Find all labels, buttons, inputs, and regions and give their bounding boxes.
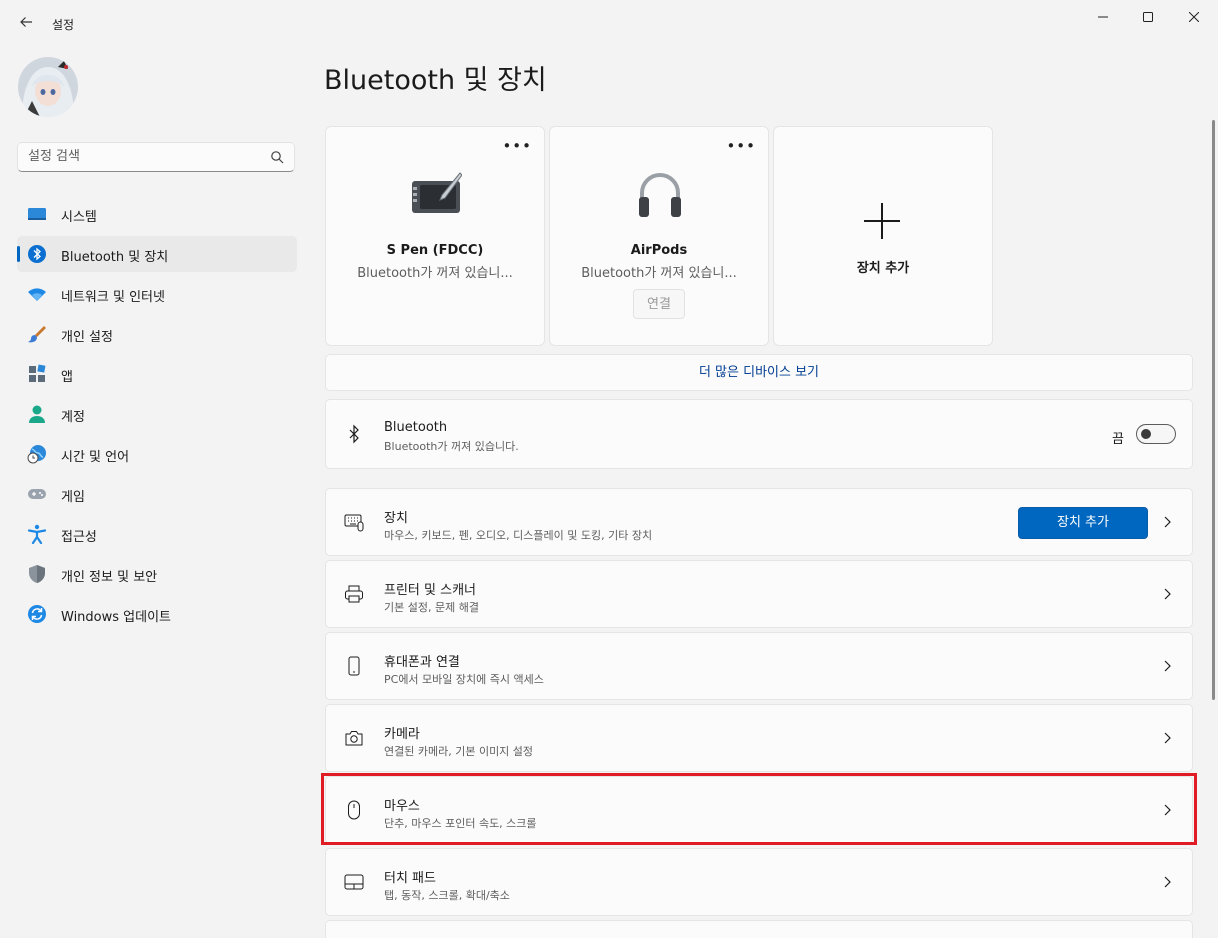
page-title: Bluetooth 및 장치 (324, 65, 547, 96)
search-icon[interactable] (270, 150, 284, 164)
close-icon (1188, 11, 1200, 23)
printer-icon (345, 585, 363, 603)
system-icon (28, 208, 46, 220)
row-printers-scanners[interactable]: 프린터 및 스캐너 기본 설정, 문제 해결 (325, 560, 1193, 628)
row-phone-link[interactable]: 휴대폰과 연결 PC에서 모바일 장치에 즉시 액세스 (325, 632, 1193, 700)
row-camera[interactable]: 카메라 연결된 카메라, 기본 이미지 설정 (325, 704, 1193, 772)
sidebar-item-accounts[interactable]: 계정 (17, 396, 297, 432)
row-mouse[interactable]: 마우스 단추, 마우스 포인터 속도, 스크롤 (325, 776, 1193, 844)
user-avatar[interactable] (18, 57, 78, 117)
more-options-button[interactable]: ••• (726, 137, 756, 155)
bluetooth-icon (349, 424, 359, 444)
bluetooth-toggle[interactable] (1136, 424, 1176, 444)
chevron-right-icon (1164, 732, 1171, 744)
keyboard-device-icon (344, 514, 364, 532)
row-subtitle: 마우스, 키보드, 펜, 오디오, 디스플레이 및 도킹, 기타 장치 (384, 529, 653, 542)
back-arrow-icon (20, 17, 32, 27)
sidebar-item-gaming[interactable]: 게임 (17, 476, 297, 512)
add-device-button[interactable]: 장치 추가 (1018, 507, 1148, 539)
row-subtitle: 기본 설정, 문제 해결 (384, 601, 479, 614)
bluetooth-icon (28, 245, 46, 263)
sidebar-item-personalization[interactable]: 개인 설정 (17, 316, 297, 352)
row-subtitle: 단추, 마우스 포인터 속도, 스크롤 (384, 817, 537, 830)
bluetooth-subtitle: Bluetooth가 꺼져 있습니다. (384, 440, 519, 453)
sidebar-item-accessibility[interactable]: 접근성 (17, 516, 297, 552)
toggle-knob (1141, 429, 1151, 439)
sidebar-item-network[interactable]: 네트워크 및 인터넷 (17, 276, 297, 312)
device-name: S Pen (FDCC) (386, 243, 484, 258)
row-subtitle: PC에서 모바일 장치에 즉시 액세스 (384, 673, 544, 686)
back-button[interactable] (14, 12, 38, 36)
pen-tablet-icon (412, 172, 462, 213)
accessibility-icon (27, 524, 47, 544)
maximize-icon (1143, 12, 1153, 22)
bluetooth-title: Bluetooth (384, 420, 448, 435)
touchpad-icon (344, 874, 364, 890)
sidebar-item-windows-update[interactable]: Windows 업데이트 (17, 596, 297, 632)
row-devices[interactable]: 장치 마우스, 키보드, 펜, 오디오, 디스플레이 및 도킹, 기타 장치 장… (325, 488, 1193, 556)
add-device-label: 장치 추가 (856, 261, 910, 276)
device-card-airpods[interactable]: ••• AirPods Bluetooth가 꺼져 있습니... 연결 (549, 126, 769, 346)
title-bar: 설정 (0, 0, 1218, 48)
headphones-icon (639, 173, 681, 217)
gamepad-icon (28, 489, 46, 499)
row-subtitle: 탭, 동작, 스크롤, 확대/축소 (384, 889, 510, 902)
settings-search[interactable] (17, 142, 295, 172)
more-options-button[interactable]: ••• (502, 137, 532, 155)
chevron-right-icon (1164, 588, 1171, 600)
close-button[interactable] (1171, 6, 1217, 30)
plus-icon (864, 203, 900, 239)
add-device-card[interactable]: 장치 추가 (773, 126, 993, 346)
apps-icon (29, 364, 46, 382)
sidebar-item-system[interactable]: 시스템 (17, 196, 297, 232)
sidebar-nav: 시스템 Bluetooth 및 장치 네트워크 및 인터넷 개인 설정 앱 계정… (17, 196, 297, 636)
chevron-right-icon (1164, 516, 1171, 528)
row-title: 마우스 (384, 799, 420, 814)
connect-button[interactable]: 연결 (633, 289, 685, 319)
sidebar-item-apps[interactable]: 앱 (17, 356, 297, 392)
more-devices-link[interactable]: 더 많은 디바이스 보기 (325, 354, 1193, 391)
minimize-button[interactable] (1080, 6, 1126, 30)
wifi-icon (28, 288, 46, 301)
sidebar-item-privacy[interactable]: 개인 정보 및 보안 (17, 556, 297, 592)
row-title: 휴대폰과 연결 (384, 655, 460, 670)
row-touchpad[interactable]: 터치 패드 탭, 동작, 스크롤, 확대/축소 (325, 848, 1193, 916)
chevron-right-icon (1164, 660, 1171, 672)
maximize-button[interactable] (1125, 6, 1171, 30)
minimize-icon (1098, 16, 1108, 18)
search-input[interactable] (28, 149, 258, 164)
app-title: 설정 (52, 18, 75, 32)
sidebar-item-bluetooth[interactable]: Bluetooth 및 장치 (17, 236, 297, 272)
row-subtitle: 연결된 카메라, 기본 이미지 설정 (384, 745, 534, 758)
update-icon (28, 605, 46, 623)
device-status: Bluetooth가 꺼져 있습니... (581, 266, 737, 281)
phone-icon (348, 656, 360, 676)
toggle-state-label: 끔 (1112, 432, 1124, 447)
row-next-partial[interactable] (325, 920, 1193, 938)
camera-icon (345, 731, 363, 746)
globe-clock-icon (27, 445, 46, 464)
person-icon (29, 405, 45, 423)
shield-icon (29, 565, 45, 583)
device-status: Bluetooth가 꺼져 있습니... (357, 266, 513, 281)
row-title: 장치 (384, 511, 408, 526)
device-name: AirPods (630, 243, 688, 258)
scrollbar[interactable] (1212, 120, 1215, 700)
chevron-right-icon (1164, 876, 1171, 888)
device-card-s-pen[interactable]: ••• S Pen (FDCC) Bluetooth가 꺼져 있습니... (325, 126, 545, 346)
sidebar-item-time-language[interactable]: 시간 및 언어 (17, 436, 297, 472)
brush-icon (28, 326, 46, 343)
row-title: 카메라 (384, 727, 420, 742)
bluetooth-row: Bluetooth Bluetooth가 꺼져 있습니다. 끔 (325, 399, 1193, 469)
row-title: 터치 패드 (384, 871, 436, 886)
row-title: 프린터 및 스캐너 (384, 583, 476, 598)
mouse-icon (348, 800, 360, 820)
chevron-right-icon (1164, 804, 1171, 816)
